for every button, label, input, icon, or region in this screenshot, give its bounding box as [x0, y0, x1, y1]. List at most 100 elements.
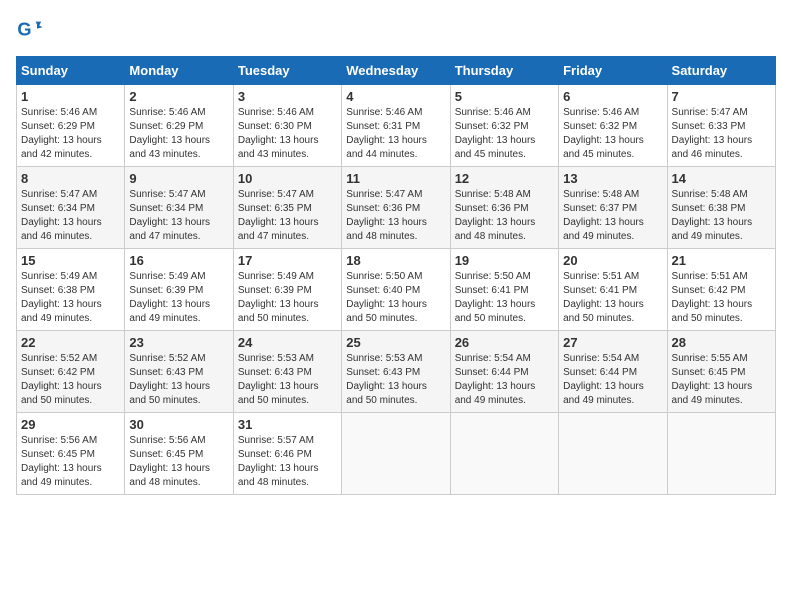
calendar-cell: 8 Sunrise: 5:47 AM Sunset: 6:34 PM Dayli… [17, 167, 125, 249]
day-info: Sunrise: 5:56 AM Sunset: 6:45 PM Dayligh… [21, 434, 120, 490]
calendar-cell: 11 Sunrise: 5:47 AM Sunset: 6:36 PM Dayl… [342, 167, 450, 249]
day-info: Sunrise: 5:49 AM Sunset: 6:39 PM Dayligh… [129, 270, 228, 326]
calendar-cell: 29 Sunrise: 5:56 AM Sunset: 6:45 PM Dayl… [17, 413, 125, 495]
day-number: 15 [21, 253, 120, 268]
calendar-cell [450, 413, 558, 495]
weekday-header-tuesday: Tuesday [233, 57, 341, 85]
day-number: 12 [455, 171, 554, 186]
day-number: 23 [129, 335, 228, 350]
day-number: 10 [238, 171, 337, 186]
day-number: 30 [129, 417, 228, 432]
weekday-header-monday: Monday [125, 57, 233, 85]
day-info: Sunrise: 5:47 AM Sunset: 6:36 PM Dayligh… [346, 188, 445, 244]
weekday-header-friday: Friday [559, 57, 667, 85]
calendar-cell: 23 Sunrise: 5:52 AM Sunset: 6:43 PM Dayl… [125, 331, 233, 413]
calendar-cell: 14 Sunrise: 5:48 AM Sunset: 6:38 PM Dayl… [667, 167, 775, 249]
calendar-cell: 24 Sunrise: 5:53 AM Sunset: 6:43 PM Dayl… [233, 331, 341, 413]
day-info: Sunrise: 5:57 AM Sunset: 6:46 PM Dayligh… [238, 434, 337, 490]
day-number: 16 [129, 253, 228, 268]
day-info: Sunrise: 5:48 AM Sunset: 6:38 PM Dayligh… [672, 188, 771, 244]
day-number: 9 [129, 171, 228, 186]
week-row-4: 22 Sunrise: 5:52 AM Sunset: 6:42 PM Dayl… [17, 331, 776, 413]
calendar-table: SundayMondayTuesdayWednesdayThursdayFrid… [16, 56, 776, 495]
calendar-cell: 20 Sunrise: 5:51 AM Sunset: 6:41 PM Dayl… [559, 249, 667, 331]
calendar-cell [667, 413, 775, 495]
calendar-cell: 22 Sunrise: 5:52 AM Sunset: 6:42 PM Dayl… [17, 331, 125, 413]
day-info: Sunrise: 5:48 AM Sunset: 6:36 PM Dayligh… [455, 188, 554, 244]
day-info: Sunrise: 5:52 AM Sunset: 6:42 PM Dayligh… [21, 352, 120, 408]
day-number: 7 [672, 89, 771, 104]
logo-icon: G [16, 16, 44, 44]
day-number: 3 [238, 89, 337, 104]
weekday-header-saturday: Saturday [667, 57, 775, 85]
calendar-cell: 28 Sunrise: 5:55 AM Sunset: 6:45 PM Dayl… [667, 331, 775, 413]
calendar-cell [559, 413, 667, 495]
calendar-cell: 31 Sunrise: 5:57 AM Sunset: 6:46 PM Dayl… [233, 413, 341, 495]
day-number: 29 [21, 417, 120, 432]
day-number: 5 [455, 89, 554, 104]
day-info: Sunrise: 5:47 AM Sunset: 6:34 PM Dayligh… [21, 188, 120, 244]
day-info: Sunrise: 5:48 AM Sunset: 6:37 PM Dayligh… [563, 188, 662, 244]
day-number: 27 [563, 335, 662, 350]
day-info: Sunrise: 5:53 AM Sunset: 6:43 PM Dayligh… [238, 352, 337, 408]
weekday-header-wednesday: Wednesday [342, 57, 450, 85]
calendar-cell: 13 Sunrise: 5:48 AM Sunset: 6:37 PM Dayl… [559, 167, 667, 249]
day-info: Sunrise: 5:46 AM Sunset: 6:32 PM Dayligh… [563, 106, 662, 162]
day-number: 2 [129, 89, 228, 104]
weekday-header-sunday: Sunday [17, 57, 125, 85]
calendar-cell: 18 Sunrise: 5:50 AM Sunset: 6:40 PM Dayl… [342, 249, 450, 331]
day-info: Sunrise: 5:52 AM Sunset: 6:43 PM Dayligh… [129, 352, 228, 408]
day-number: 1 [21, 89, 120, 104]
day-info: Sunrise: 5:47 AM Sunset: 6:34 PM Dayligh… [129, 188, 228, 244]
calendar-cell: 5 Sunrise: 5:46 AM Sunset: 6:32 PM Dayli… [450, 85, 558, 167]
day-info: Sunrise: 5:51 AM Sunset: 6:41 PM Dayligh… [563, 270, 662, 326]
day-info: Sunrise: 5:50 AM Sunset: 6:40 PM Dayligh… [346, 270, 445, 326]
day-info: Sunrise: 5:46 AM Sunset: 6:32 PM Dayligh… [455, 106, 554, 162]
calendar-cell: 27 Sunrise: 5:54 AM Sunset: 6:44 PM Dayl… [559, 331, 667, 413]
calendar-cell: 12 Sunrise: 5:48 AM Sunset: 6:36 PM Dayl… [450, 167, 558, 249]
day-info: Sunrise: 5:50 AM Sunset: 6:41 PM Dayligh… [455, 270, 554, 326]
day-info: Sunrise: 5:46 AM Sunset: 6:30 PM Dayligh… [238, 106, 337, 162]
calendar-cell: 15 Sunrise: 5:49 AM Sunset: 6:38 PM Dayl… [17, 249, 125, 331]
day-number: 8 [21, 171, 120, 186]
day-info: Sunrise: 5:46 AM Sunset: 6:29 PM Dayligh… [21, 106, 120, 162]
day-info: Sunrise: 5:55 AM Sunset: 6:45 PM Dayligh… [672, 352, 771, 408]
day-info: Sunrise: 5:46 AM Sunset: 6:31 PM Dayligh… [346, 106, 445, 162]
day-number: 20 [563, 253, 662, 268]
calendar-cell: 25 Sunrise: 5:53 AM Sunset: 6:43 PM Dayl… [342, 331, 450, 413]
calendar-cell: 26 Sunrise: 5:54 AM Sunset: 6:44 PM Dayl… [450, 331, 558, 413]
day-number: 25 [346, 335, 445, 350]
calendar-cell: 2 Sunrise: 5:46 AM Sunset: 6:29 PM Dayli… [125, 85, 233, 167]
day-number: 28 [672, 335, 771, 350]
week-row-5: 29 Sunrise: 5:56 AM Sunset: 6:45 PM Dayl… [17, 413, 776, 495]
day-info: Sunrise: 5:47 AM Sunset: 6:33 PM Dayligh… [672, 106, 771, 162]
calendar-cell: 7 Sunrise: 5:47 AM Sunset: 6:33 PM Dayli… [667, 85, 775, 167]
day-info: Sunrise: 5:51 AM Sunset: 6:42 PM Dayligh… [672, 270, 771, 326]
day-number: 13 [563, 171, 662, 186]
day-info: Sunrise: 5:47 AM Sunset: 6:35 PM Dayligh… [238, 188, 337, 244]
calendar-cell: 21 Sunrise: 5:51 AM Sunset: 6:42 PM Dayl… [667, 249, 775, 331]
week-row-1: 1 Sunrise: 5:46 AM Sunset: 6:29 PM Dayli… [17, 85, 776, 167]
calendar-cell: 17 Sunrise: 5:49 AM Sunset: 6:39 PM Dayl… [233, 249, 341, 331]
day-info: Sunrise: 5:56 AM Sunset: 6:45 PM Dayligh… [129, 434, 228, 490]
day-info: Sunrise: 5:49 AM Sunset: 6:38 PM Dayligh… [21, 270, 120, 326]
week-row-3: 15 Sunrise: 5:49 AM Sunset: 6:38 PM Dayl… [17, 249, 776, 331]
calendar-cell: 1 Sunrise: 5:46 AM Sunset: 6:29 PM Dayli… [17, 85, 125, 167]
day-number: 18 [346, 253, 445, 268]
calendar-cell: 3 Sunrise: 5:46 AM Sunset: 6:30 PM Dayli… [233, 85, 341, 167]
calendar-cell: 10 Sunrise: 5:47 AM Sunset: 6:35 PM Dayl… [233, 167, 341, 249]
calendar-cell [342, 413, 450, 495]
day-number: 26 [455, 335, 554, 350]
day-number: 14 [672, 171, 771, 186]
day-number: 24 [238, 335, 337, 350]
header: G [16, 16, 776, 44]
day-number: 17 [238, 253, 337, 268]
day-info: Sunrise: 5:53 AM Sunset: 6:43 PM Dayligh… [346, 352, 445, 408]
calendar-cell: 19 Sunrise: 5:50 AM Sunset: 6:41 PM Dayl… [450, 249, 558, 331]
calendar-cell: 4 Sunrise: 5:46 AM Sunset: 6:31 PM Dayli… [342, 85, 450, 167]
day-number: 31 [238, 417, 337, 432]
week-row-2: 8 Sunrise: 5:47 AM Sunset: 6:34 PM Dayli… [17, 167, 776, 249]
day-info: Sunrise: 5:54 AM Sunset: 6:44 PM Dayligh… [455, 352, 554, 408]
day-number: 6 [563, 89, 662, 104]
day-number: 22 [21, 335, 120, 350]
